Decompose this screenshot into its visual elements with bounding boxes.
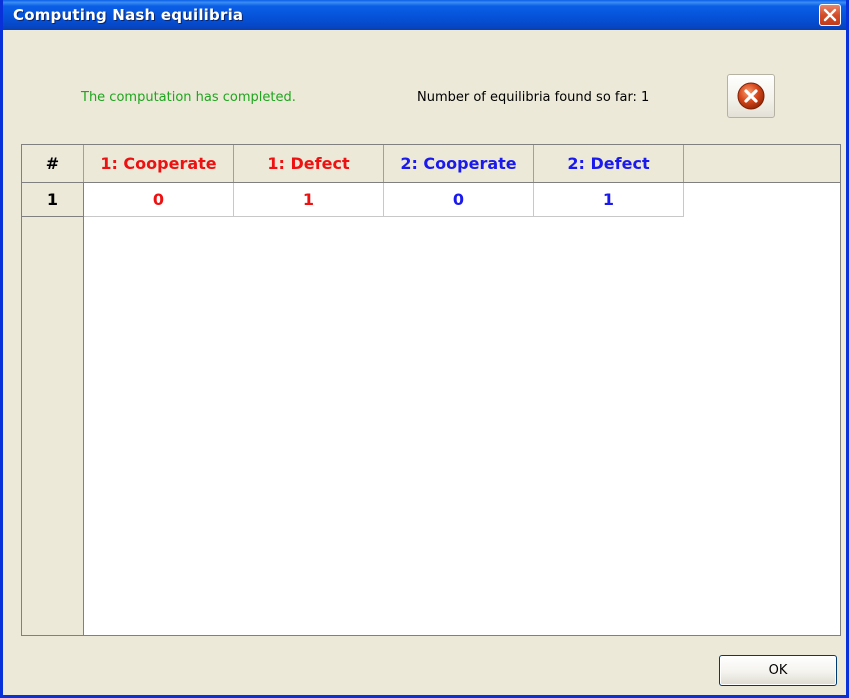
column-header-label: #	[45, 154, 60, 173]
cell-value: 1	[602, 190, 615, 209]
column-header-p2-defect[interactable]: 2: Defect	[534, 145, 684, 182]
equilibria-table[interactable]: # 1: Cooperate 1: Defect 2: Cooperate 2:…	[21, 144, 841, 636]
equilibria-count-value: 1	[640, 90, 650, 105]
cancel-circle-icon	[737, 82, 765, 110]
title-bar[interactable]: Computing Nash equilibria	[3, 0, 846, 30]
column-header-index[interactable]: #	[22, 145, 84, 182]
ok-button-label: OK	[768, 663, 788, 678]
column-header-p2-cooperate[interactable]: 2: Cooperate	[384, 145, 534, 182]
column-header-label: 1: Cooperate	[100, 154, 217, 173]
close-icon	[823, 8, 837, 22]
cancel-computation-button[interactable]	[727, 74, 775, 118]
cell-value: 1	[302, 190, 315, 209]
status-message: The computation has completed.	[81, 90, 296, 105]
table-header-row: # 1: Cooperate 1: Defect 2: Cooperate 2:…	[22, 145, 840, 183]
equilibria-count-label: Number of equilibria found so far:	[417, 90, 637, 105]
table-cell[interactable]: 1	[234, 183, 384, 217]
row-index-cell[interactable]: 1	[22, 183, 84, 217]
row-index: 1	[46, 190, 59, 209]
table-cell[interactable]: 1	[534, 183, 684, 217]
column-header-label: 1: Defect	[267, 154, 350, 173]
table-cell[interactable]: 0	[384, 183, 534, 217]
column-header-label: 2: Defect	[567, 154, 650, 173]
window-title: Computing Nash equilibria	[13, 6, 244, 24]
table-row[interactable]: 1 0 1 0 1	[22, 183, 840, 217]
column-header-p1-defect[interactable]: 1: Defect	[234, 145, 384, 182]
ok-button[interactable]: OK	[719, 655, 837, 686]
window-close-button[interactable]	[819, 4, 841, 26]
table-cell[interactable]: 0	[84, 183, 234, 217]
cell-value: 0	[452, 190, 465, 209]
dialog-window: Computing Nash equilibria The computatio…	[0, 0, 849, 698]
cell-value: 0	[152, 190, 165, 209]
equilibria-count: Number of equilibria found so far: 1	[417, 90, 649, 105]
column-header-label: 2: Cooperate	[400, 154, 517, 173]
column-header-p1-cooperate[interactable]: 1: Cooperate	[84, 145, 234, 182]
row-header-gutter	[22, 145, 84, 635]
